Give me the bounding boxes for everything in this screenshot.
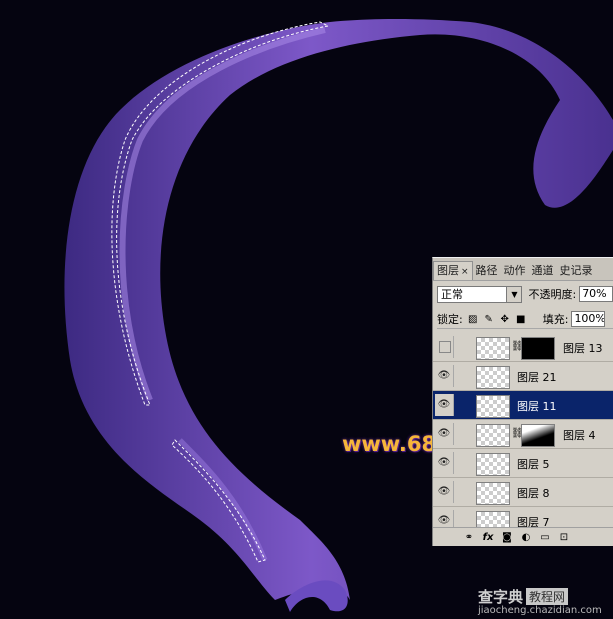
eye-icon[interactable]: 👁: [435, 365, 454, 387]
lock-move-icon[interactable]: ✥: [499, 314, 511, 325]
blend-mode-value: 正常: [441, 287, 463, 301]
eye-icon[interactable]: 👁: [435, 394, 454, 416]
close-icon[interactable]: ×: [461, 267, 469, 277]
layer-thumbnail: [476, 366, 510, 389]
lock-row: 锁定: ▨ ✎ ✥ ■ 填充: 100%: [437, 310, 613, 329]
watermark-logo-text: 查字典: [478, 587, 524, 606]
watermark-logo: 查字典 教程网: [478, 586, 569, 606]
layer-thumbnail: [476, 424, 510, 447]
layer-row[interactable]: 👁 图层 8: [433, 478, 613, 507]
eye-icon[interactable]: 👁: [435, 452, 454, 474]
lock-all-icon[interactable]: ■: [515, 314, 527, 325]
layer-thumbnail: [476, 453, 510, 476]
layer-thumbnail: [476, 395, 510, 418]
fx-icon[interactable]: fx: [482, 532, 494, 543]
tab-layers[interactable]: 图层 ×: [433, 261, 473, 280]
layer-row[interactable]: ⛓ 图层 13: [433, 333, 613, 362]
tab-history[interactable]: 史记录: [557, 262, 596, 280]
panel-tabs: 图层 × 路径 动作 通道 史记录: [433, 258, 613, 281]
fill-input[interactable]: 100%: [571, 311, 606, 327]
opacity-label: 不透明度:: [528, 288, 577, 301]
layer-name: 图层 4: [563, 429, 596, 442]
layer-mask-thumbnail: [521, 424, 555, 447]
folder-icon[interactable]: ▭: [539, 532, 551, 543]
fill-label: 填充:: [542, 313, 569, 326]
layer-row[interactable]: 👁 图层 21: [433, 362, 613, 391]
tab-paths[interactable]: 路径: [473, 262, 501, 280]
visibility-toggle[interactable]: [435, 336, 454, 358]
watermark-logo-sub: 教程网: [526, 587, 569, 605]
layer-row-selected[interactable]: 👁 图层 11: [433, 391, 613, 420]
lock-brush-icon[interactable]: ✎: [483, 314, 495, 325]
layer-thumbnail: [476, 482, 510, 505]
layer-mask-thumbnail: [521, 337, 555, 360]
lock-label: 锁定:: [437, 313, 463, 326]
chevron-down-icon[interactable]: ▼: [506, 286, 522, 302]
link-icon[interactable]: ⚭: [463, 532, 475, 543]
eye-icon[interactable]: 👁: [435, 423, 454, 445]
eye-icon[interactable]: 👁: [435, 481, 454, 503]
adjustment-icon[interactable]: ◐: [520, 532, 532, 543]
layer-name: 图层 13: [563, 342, 603, 355]
layer-name: 图层 11: [517, 400, 557, 413]
new-layer-icon[interactable]: ⊡: [558, 532, 570, 543]
tab-channels[interactable]: 通道: [529, 262, 557, 280]
layer-name: 图层 5: [517, 458, 550, 471]
layers-panel: 图层 × 路径 动作 通道 史记录 正常 ▼ 不透明度: 70% 锁定: ▨ ✎ …: [432, 257, 613, 546]
layer-list: ⛓ 图层 13 👁 图层 21 👁 图层 11 👁 ⛓ 图层 4 👁 图层 5: [433, 333, 613, 536]
layer-row[interactable]: 👁 图层 5: [433, 449, 613, 478]
layer-name: 图层 21: [517, 371, 557, 384]
watermark-url: jiaocheng.chazidian.com: [478, 605, 602, 616]
layer-thumbnail: [476, 337, 510, 360]
layer-row[interactable]: 👁 ⛓ 图层 4: [433, 420, 613, 449]
opacity-input[interactable]: 70%: [579, 286, 613, 302]
lock-transparency-icon[interactable]: ▨: [467, 314, 479, 325]
mask-icon[interactable]: ◙: [501, 532, 513, 543]
layer-name: 图层 8: [517, 487, 550, 500]
tab-actions[interactable]: 动作: [501, 262, 529, 280]
blend-mode-select[interactable]: 正常 ▼: [437, 285, 523, 303]
panel-footer: ⚭ fx ◙ ◐ ▭ ⊡: [433, 527, 613, 546]
blend-row: 正常 ▼ 不透明度: 70%: [437, 284, 613, 304]
